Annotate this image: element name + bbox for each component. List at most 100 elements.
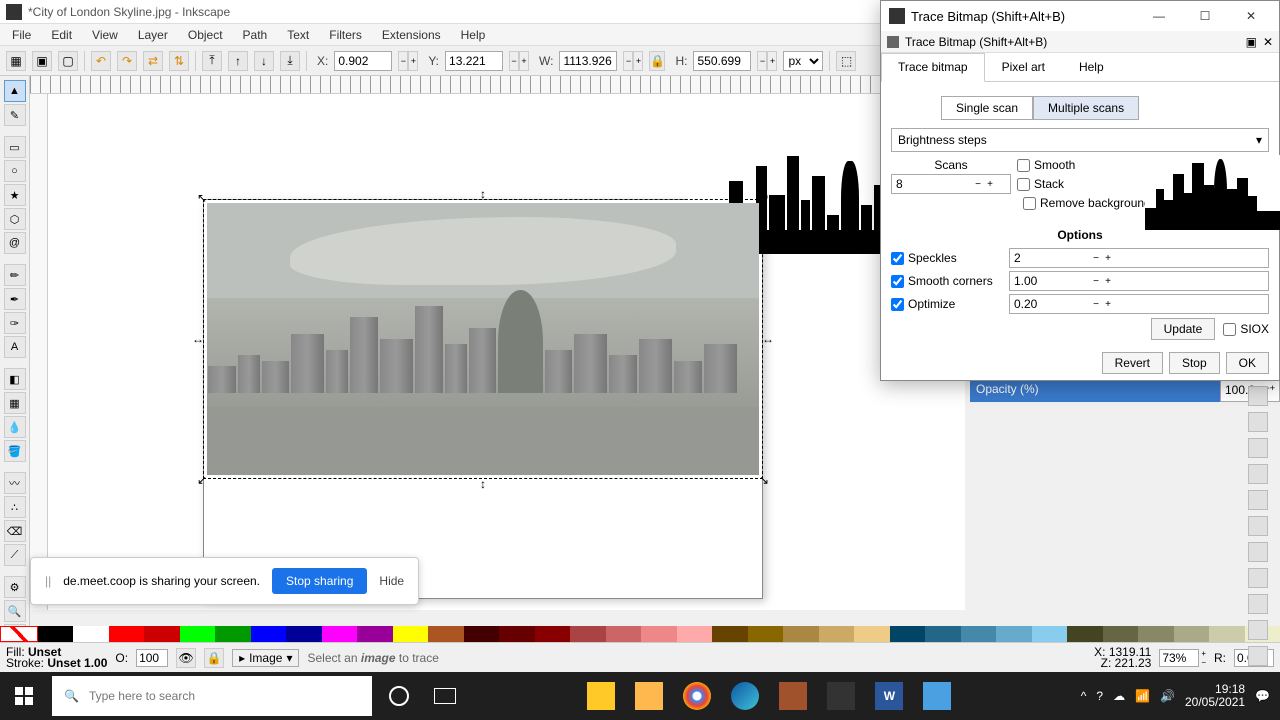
hide-button[interactable]: Hide: [379, 574, 404, 588]
remove-background-checkbox[interactable]: [1023, 197, 1036, 210]
task-view-icon[interactable]: [422, 672, 468, 720]
zoom-drawing-icon[interactable]: [1248, 464, 1268, 484]
rect-tool[interactable]: ▭: [4, 136, 26, 158]
trace-method-dropdown[interactable]: Brightness steps▾: [891, 128, 1269, 152]
swatch[interactable]: [1174, 626, 1210, 642]
scans-dec[interactable]: −: [972, 179, 984, 190]
ruler-vertical[interactable]: [30, 94, 48, 610]
tray-clock[interactable]: 19:1820/05/2021: [1185, 683, 1245, 709]
ungroup-icon[interactable]: [1248, 594, 1268, 614]
gradient-tool[interactable]: ◧: [4, 368, 26, 390]
unit-select[interactable]: px: [783, 51, 823, 71]
eraser-tool[interactable]: ⌫: [4, 520, 26, 542]
selected-image[interactable]: ↖ ↕ ↗ ↔ ↔ ↙ ↕ ↘: [203, 199, 763, 479]
revert-button[interactable]: Revert: [1102, 352, 1163, 374]
tray-wifi-icon[interactable]: 📶: [1135, 689, 1150, 703]
spiral-tool[interactable]: @: [4, 232, 26, 254]
swatch[interactable]: [1032, 626, 1068, 642]
system-tray[interactable]: ^ ? ☁ 📶 🔊 19:1820/05/2021 💬: [1071, 683, 1280, 709]
zoom-input[interactable]: [1159, 649, 1199, 667]
node-tool[interactable]: ✎: [4, 104, 26, 126]
speckles-input[interactable]: [1010, 251, 1090, 265]
zoom-dec[interactable]: −: [1201, 658, 1206, 667]
single-scan-option[interactable]: Single scan: [941, 96, 1033, 120]
y-inc[interactable]: +: [519, 51, 529, 71]
taskbar-app1[interactable]: [770, 672, 816, 720]
zoom-tool[interactable]: 🔍: [4, 600, 26, 622]
master-opacity-input[interactable]: [136, 649, 168, 667]
tray-volume-icon[interactable]: 🔊: [1160, 689, 1175, 703]
taskbar-edge[interactable]: [722, 672, 768, 720]
taskbar-chrome[interactable]: [674, 672, 720, 720]
optimize-checkbox[interactable]: [891, 298, 904, 311]
update-button[interactable]: Update: [1151, 318, 1216, 340]
h-input[interactable]: [693, 51, 751, 71]
rotate-cw-btn[interactable]: ↷: [117, 51, 137, 71]
zoom-inc[interactable]: +: [1201, 649, 1206, 658]
menu-edit[interactable]: Edit: [43, 26, 80, 44]
panel-float-icon[interactable]: ▣: [1246, 35, 1257, 49]
swatch[interactable]: [499, 626, 535, 642]
menu-path[interactable]: Path: [235, 26, 276, 44]
x-dec[interactable]: −: [398, 51, 408, 71]
dropper-tool[interactable]: 💧: [4, 416, 26, 438]
tab-pixel-art[interactable]: Pixel art: [985, 53, 1062, 81]
xml-editor-icon[interactable]: [1248, 646, 1268, 666]
canvas[interactable]: ↖ ↕ ↗ ↔ ↔ ↙ ↕ ↘: [48, 94, 965, 610]
handle-e[interactable]: ↔: [763, 334, 773, 344]
taskbar-files[interactable]: [626, 672, 672, 720]
dialog-titlebar[interactable]: Trace Bitmap (Shift+Alt+B) — ☐ ✕: [881, 1, 1279, 31]
swatch[interactable]: [109, 626, 145, 642]
lock-ratio-btn[interactable]: 🔒: [649, 51, 665, 71]
menu-text[interactable]: Text: [279, 26, 317, 44]
smooth-corners-input[interactable]: [1010, 274, 1090, 288]
text-tool[interactable]: A: [4, 336, 26, 358]
w-dec[interactable]: −: [623, 51, 633, 71]
swatch[interactable]: [1138, 626, 1174, 642]
y-dec[interactable]: −: [509, 51, 519, 71]
taskbar-inkscape[interactable]: [818, 672, 864, 720]
siox-checkbox[interactable]: [1223, 323, 1236, 336]
dialog-minimize-button[interactable]: —: [1139, 2, 1179, 30]
tray-notifications-icon[interactable]: 💬: [1255, 689, 1270, 703]
fill-stroke-indicator[interactable]: Fill: Unset Stroke: Unset 1.00: [6, 647, 107, 669]
flip-v-btn[interactable]: ⇅: [169, 51, 189, 71]
menu-layer[interactable]: Layer: [130, 26, 176, 44]
zoom-selection-icon[interactable]: [1248, 490, 1268, 510]
dialog-maximize-button[interactable]: ☐: [1185, 2, 1225, 30]
swatch[interactable]: [535, 626, 571, 642]
swatch[interactable]: [180, 626, 216, 642]
handle-n[interactable]: ↕: [478, 189, 488, 199]
stop-sharing-button[interactable]: Stop sharing: [272, 568, 367, 594]
menu-file[interactable]: File: [4, 26, 39, 44]
pencil-tool[interactable]: ✏: [4, 264, 26, 286]
panel-close-icon[interactable]: ✕: [1263, 35, 1273, 49]
smooth-corners-checkbox[interactable]: [891, 275, 904, 288]
tray-onedrive-icon[interactable]: ☁: [1113, 689, 1125, 703]
scans-input[interactable]: [892, 177, 972, 191]
dialog-panel-tab[interactable]: Trace Bitmap (Shift+Alt+B) ▣ ✕: [881, 31, 1279, 53]
visibility-icon[interactable]: 👁: [176, 648, 196, 668]
star-tool[interactable]: ★: [4, 184, 26, 206]
lower-btn[interactable]: ↓: [254, 51, 274, 71]
swatch[interactable]: [819, 626, 855, 642]
zoom-1to1-icon[interactable]: [1248, 412, 1268, 432]
menu-help[interactable]: Help: [453, 26, 494, 44]
taskbar-word[interactable]: W: [866, 672, 912, 720]
w-input[interactable]: [559, 51, 617, 71]
menu-extensions[interactable]: Extensions: [374, 26, 449, 44]
tweak-tool[interactable]: 〰: [4, 472, 26, 494]
group-icon[interactable]: [1248, 568, 1268, 588]
lower-bottom-btn[interactable]: ⤓: [280, 51, 300, 71]
spray-tool[interactable]: ∴: [4, 496, 26, 518]
duplicate-icon[interactable]: [1248, 516, 1268, 536]
optimize-input[interactable]: [1010, 297, 1090, 311]
ellipse-tool[interactable]: ○: [4, 160, 26, 182]
swatch[interactable]: [1103, 626, 1139, 642]
swatch[interactable]: [1067, 626, 1103, 642]
3dbox-tool[interactable]: ⬡: [4, 208, 26, 230]
swatch[interactable]: [251, 626, 287, 642]
stack-checkbox[interactable]: [1017, 178, 1030, 191]
calligraphy-tool[interactable]: ✑: [4, 312, 26, 334]
lpe-tool[interactable]: ⚙: [4, 576, 26, 598]
